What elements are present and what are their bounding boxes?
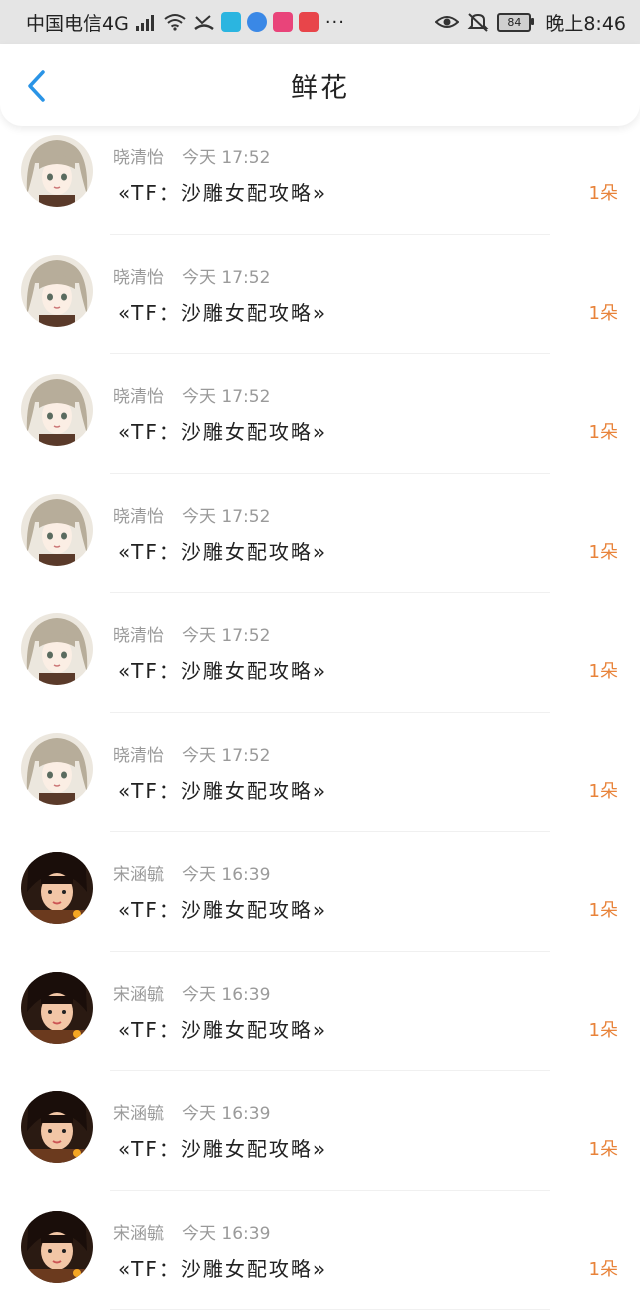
sender-name: 晓清怡 [113,621,164,646]
item-meta: 晓清怡今天 17:52 [113,741,270,766]
list-item[interactable]: 晓清怡今天 17:52 «TF：沙雕女配攻略» 1朵 [0,713,640,833]
avatar[interactable] [21,135,93,207]
flower-count: 1朵 [589,1255,618,1281]
avatar[interactable] [21,255,93,327]
sender-name: 宋涵毓 [113,1219,164,1244]
carrier-label: 中国电信4G [26,9,129,36]
flower-count: 1朵 [589,777,618,803]
status-bar: 中国电信4G ··· [0,0,640,44]
sent-time: 今天 17:52 [182,263,270,288]
sent-time: 今天 16:39 [182,980,270,1005]
sent-time: 今天 17:52 [182,741,270,766]
list-item[interactable]: 宋涵毓今天 16:39 «TF：沙雕女配攻略» 1朵 [0,1071,640,1191]
page-title: 鲜花 [291,66,349,105]
status-bar-right: 84 晚上8:46 [435,9,626,36]
book-title: «TF：沙雕女配攻略» [118,775,327,804]
item-meta: 晓清怡今天 17:52 [113,382,270,407]
book-title: «TF：沙雕女配攻略» [118,416,327,445]
flower-count: 1朵 [589,1135,618,1161]
flower-count: 1朵 [589,896,618,922]
avatar[interactable] [21,733,93,805]
flower-count: 1朵 [589,1016,618,1042]
back-button[interactable] [16,66,56,106]
item-meta: 宋涵毓今天 16:39 [113,860,270,885]
wifi-icon [163,13,187,31]
list-item[interactable]: 晓清怡今天 17:52 «TF：沙雕女配攻略» 1朵 [0,235,640,355]
avatar[interactable] [21,972,93,1044]
list-item[interactable]: 晓清怡今天 17:52 «TF：沙雕女配攻略» 1朵 [0,474,640,594]
list-item[interactable]: 宋涵毓今天 16:39 «TF：沙雕女配攻略» 1朵 [0,832,640,952]
list-item[interactable]: 宋涵毓今天 16:39 «TF：沙雕女配攻略» 1朵 [0,952,640,1072]
list-item[interactable]: 宋涵毓今天 16:39 «TF：沙雕女配攻略» 1朵 [0,1191,640,1310]
avatar[interactable] [21,494,93,566]
clock-label: 晚上8:46 [545,9,626,36]
status-bar-left: 中国电信4G ··· [26,9,435,36]
sender-name: 晓清怡 [113,143,164,168]
book-title: «TF：沙雕女配攻略» [118,655,327,684]
book-title: «TF：沙雕女配攻略» [118,1133,327,1162]
sent-time: 今天 16:39 [182,1099,270,1124]
flower-record-list[interactable]: 晓清怡今天 17:52«TF：沙雕女配攻略»1朵晓清怡今天 17:52«TF：沙… [0,115,640,1310]
avatar[interactable] [21,374,93,446]
flower-count: 1朵 [589,179,618,205]
sender-name: 晓清怡 [113,263,164,288]
book-title: «TF：沙雕女配攻略» [118,894,327,923]
book-title: «TF：沙雕女配攻略» [118,1014,327,1043]
avatar[interactable] [21,1091,93,1163]
sender-name: 宋涵毓 [113,860,164,885]
sent-time: 今天 16:39 [182,860,270,885]
missed-call-icon [193,13,215,31]
list-item[interactable]: 晓清怡今天 17:52 «TF：沙雕女配攻略» 1朵 [0,354,640,474]
list-item[interactable]: 晓清怡今天 17:52 «TF：沙雕女配攻略» 1朵 [0,115,640,235]
sent-time: 今天 17:52 [182,382,270,407]
battery-indicator: 84 [497,13,531,32]
sent-time: 今天 16:39 [182,1219,270,1244]
sent-time: 今天 17:52 [182,502,270,527]
signal-icon [135,13,157,31]
avatar[interactable] [21,1211,93,1283]
sender-name: 晓清怡 [113,741,164,766]
book-title: «TF：沙雕女配攻略» [118,536,327,565]
item-meta: 宋涵毓今天 16:39 [113,1219,270,1244]
item-meta: 宋涵毓今天 16:39 [113,1099,270,1124]
sender-name: 晓清怡 [113,382,164,407]
flower-count: 1朵 [589,418,618,444]
book-title: «TF：沙雕女配攻略» [118,1253,327,1282]
book-app-icon [221,12,241,32]
sender-name: 晓清怡 [113,502,164,527]
browser-app-icon [247,12,267,32]
flower-count: 1朵 [589,299,618,325]
more-notifications-indicator: ··· [325,12,345,33]
video-app-icon [273,12,293,32]
book-title: «TF：沙雕女配攻略» [118,177,327,206]
mute-bell-icon [467,12,489,32]
flower-count: 1朵 [589,657,618,683]
item-meta: 晓清怡今天 17:52 [113,143,270,168]
sent-time: 今天 17:52 [182,143,270,168]
item-meta: 晓清怡今天 17:52 [113,621,270,646]
top-nav-bar: 鲜花 [0,44,640,126]
huawei-app-icon [299,12,319,32]
sender-name: 宋涵毓 [113,980,164,1005]
flower-count: 1朵 [589,538,618,564]
book-title: «TF：沙雕女配攻略» [118,297,327,326]
sender-name: 宋涵毓 [113,1099,164,1124]
list-item[interactable]: 晓清怡今天 17:52 «TF：沙雕女配攻略» 1朵 [0,593,640,713]
sent-time: 今天 17:52 [182,621,270,646]
chevron-left-icon [24,68,48,104]
item-meta: 宋涵毓今天 16:39 [113,980,270,1005]
avatar[interactable] [21,613,93,685]
item-meta: 晓清怡今天 17:52 [113,502,270,527]
eye-icon [435,13,459,31]
avatar[interactable] [21,852,93,924]
battery-level: 84 [507,16,521,29]
item-meta: 晓清怡今天 17:52 [113,263,270,288]
